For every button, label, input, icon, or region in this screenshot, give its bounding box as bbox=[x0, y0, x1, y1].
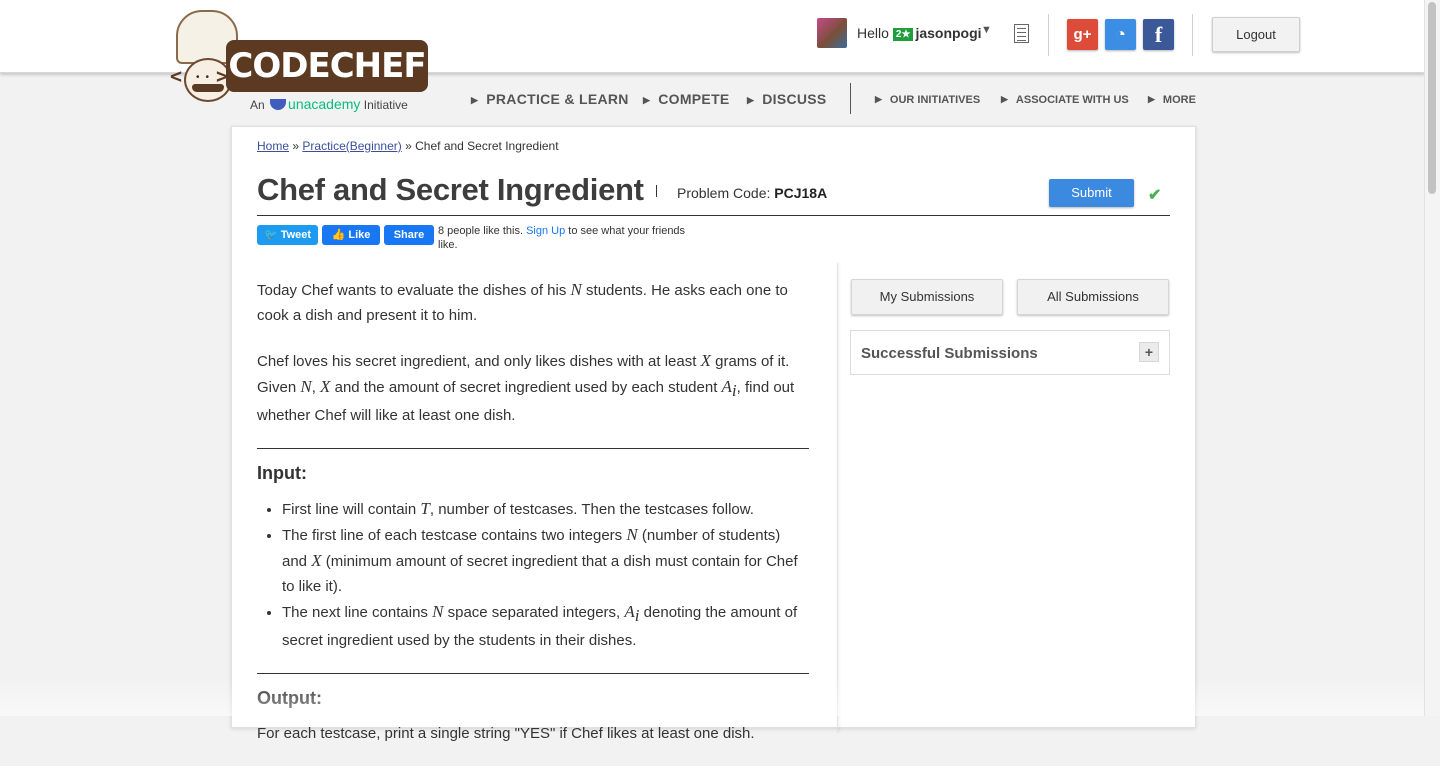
logout-button[interactable]: Logout bbox=[1212, 17, 1300, 52]
input-heading: Input: bbox=[257, 463, 307, 483]
triangle-right-icon: ▶ bbox=[471, 95, 479, 105]
username[interactable]: jasonpogi bbox=[915, 25, 981, 41]
nav-practice-learn[interactable]: ▶ PRACTICE & LEARN bbox=[471, 91, 629, 107]
user-greeting[interactable]: Hello 2★ jasonpogi bbox=[857, 25, 982, 41]
submit-button[interactable]: Submit bbox=[1049, 179, 1134, 207]
signup-link[interactable]: Sign Up bbox=[526, 225, 565, 237]
like-button[interactable]: 👍 Like bbox=[322, 225, 380, 245]
scrollbar-thumb[interactable] bbox=[1428, 2, 1436, 194]
title-divider bbox=[257, 215, 1170, 216]
breadcrumb-home[interactable]: Home bbox=[257, 139, 289, 153]
list-item: The first line of each testcase contains… bbox=[282, 522, 809, 599]
google-plus-icon[interactable]: g+ bbox=[1067, 19, 1098, 50]
unacademy-icon bbox=[270, 99, 287, 110]
problem-card: Home » Practice(Beginner) » Chef and Sec… bbox=[231, 126, 1196, 742]
all-submissions-button[interactable]: All Submissions bbox=[1017, 279, 1169, 315]
page-title: Chef and Secret Ingredient bbox=[257, 172, 644, 207]
successful-submissions-panel[interactable]: Successful Submissions + bbox=[850, 330, 1170, 375]
problem-code-value: PCJ18A bbox=[774, 185, 828, 201]
breadcrumb: Home » Practice(Beginner) » Chef and Sec… bbox=[257, 139, 559, 153]
breadcrumb-current: Chef and Secret Ingredient bbox=[415, 139, 559, 153]
greeting-text: Hello bbox=[857, 25, 889, 41]
thumbs-up-icon: 👍 bbox=[331, 229, 346, 241]
triangle-right-icon: ▶ bbox=[1148, 94, 1155, 104]
triangle-right-icon: ▶ bbox=[747, 95, 755, 105]
statement-paragraph: For each testcase, print a single string… bbox=[257, 725, 755, 742]
column-divider bbox=[837, 263, 838, 733]
notes-icon[interactable] bbox=[1014, 24, 1029, 43]
user-avatar[interactable] bbox=[817, 18, 847, 48]
input-list: First line will contain T, number of tes… bbox=[257, 496, 809, 653]
nav-associate-with-us[interactable]: ▶ ASSOCIATE WITH US bbox=[1001, 94, 1129, 106]
chevron-down-icon[interactable]: ▼ bbox=[981, 24, 992, 36]
divider bbox=[1048, 14, 1049, 56]
output-heading: Output: bbox=[257, 688, 322, 708]
share-button[interactable]: Share bbox=[384, 225, 434, 245]
triangle-right-icon: ▶ bbox=[643, 95, 651, 105]
list-item: First line will contain T, number of tes… bbox=[282, 496, 809, 522]
triangle-right-icon: ▶ bbox=[1001, 94, 1008, 104]
triangle-right-icon: ▶ bbox=[875, 94, 882, 104]
check-icon: ✔ bbox=[1148, 187, 1162, 204]
list-item: The next line contains N space separated… bbox=[282, 599, 809, 653]
statement-paragraph: Chef loves his secret ingredient, and on… bbox=[257, 351, 795, 424]
facebook-icon[interactable]: f bbox=[1143, 19, 1174, 50]
github-icon[interactable]: ◔ bbox=[1105, 19, 1136, 50]
twitter-icon: 🐦 bbox=[263, 229, 278, 241]
likes-count-text: 8 people like this. Sign Up to see what … bbox=[438, 225, 686, 251]
nav-our-initiatives[interactable]: ▶ OUR INITIATIVES bbox=[875, 94, 980, 106]
scrollbar[interactable] bbox=[1424, 0, 1440, 716]
section-divider bbox=[257, 673, 809, 674]
title-separator bbox=[656, 185, 657, 197]
nav-more[interactable]: ▶ MORE bbox=[1148, 94, 1196, 106]
section-divider bbox=[257, 448, 809, 449]
nav-compete[interactable]: ▶ COMPETE bbox=[643, 91, 730, 107]
initiative-tagline: An unacademy Initiative bbox=[250, 96, 408, 112]
plus-icon[interactable]: + bbox=[1139, 342, 1159, 362]
logo-wordmark: CODECHEF bbox=[226, 40, 428, 92]
nav-divider bbox=[850, 83, 851, 114]
breadcrumb-practice[interactable]: Practice(Beginner) bbox=[302, 139, 401, 153]
codechef-logo[interactable]: •• <> CODECHEF An unacademy Initiative bbox=[170, 8, 432, 114]
successful-submissions-title: Successful Submissions bbox=[861, 345, 1038, 362]
divider bbox=[1192, 14, 1193, 56]
problem-code: Problem Code: PCJ18A bbox=[677, 185, 828, 201]
statement-paragraph: Today Chef wants to evaluate the dishes … bbox=[257, 280, 788, 324]
my-submissions-button[interactable]: My Submissions bbox=[851, 279, 1003, 315]
nav-discuss[interactable]: ▶ DISCUSS bbox=[747, 91, 827, 107]
problem-statement: Today Chef wants to evaluate the dishes … bbox=[257, 277, 809, 766]
rating-badge: 2★ bbox=[892, 28, 914, 41]
tweet-button[interactable]: 🐦 Tweet bbox=[257, 225, 318, 245]
